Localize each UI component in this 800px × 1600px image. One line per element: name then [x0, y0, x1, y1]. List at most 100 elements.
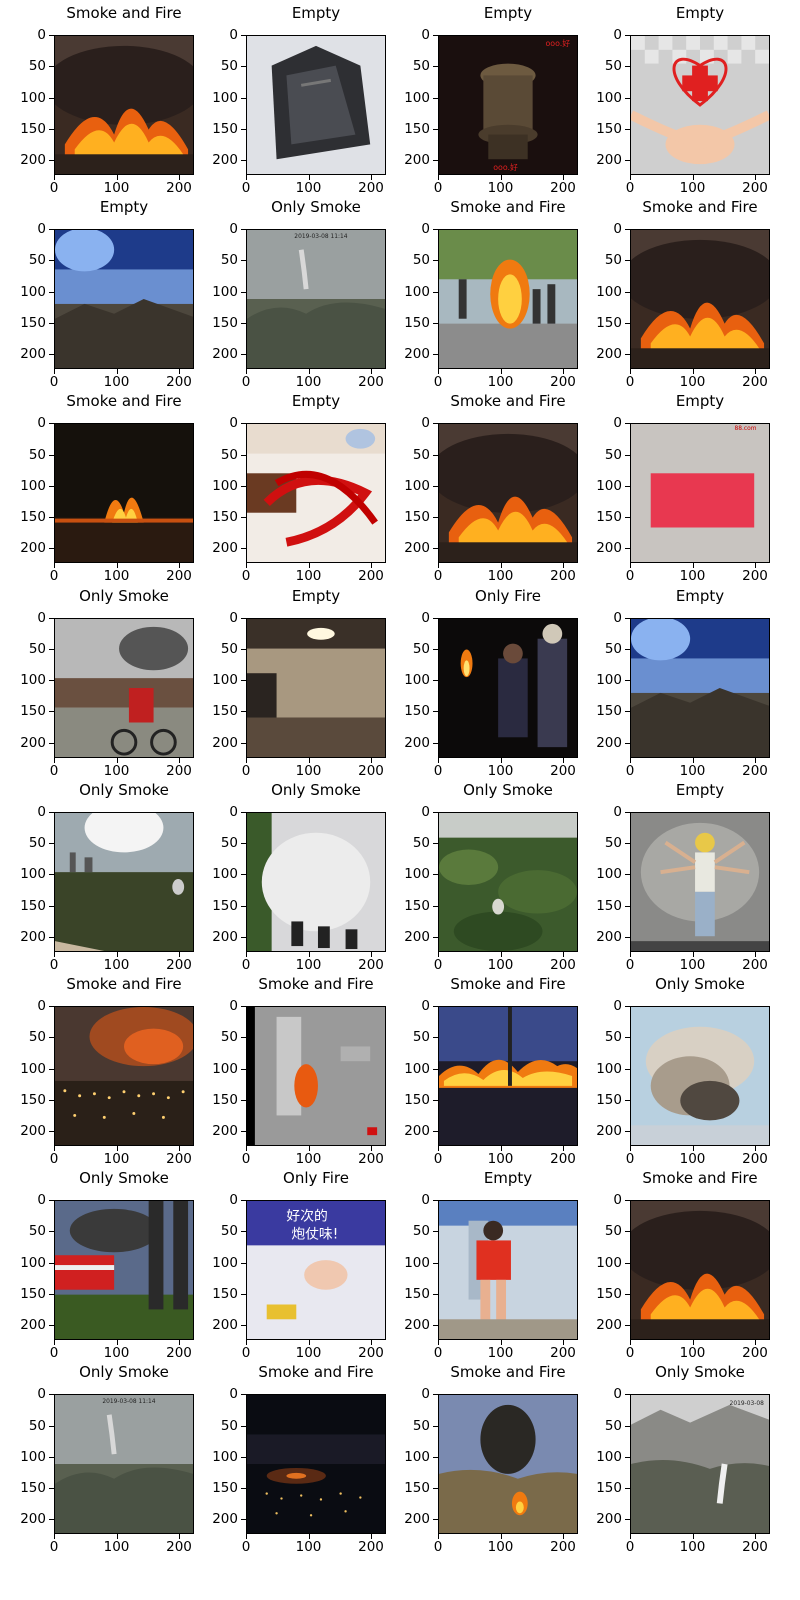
panel-title: Smoke and Fire: [66, 975, 182, 993]
y-tick-mark: [625, 485, 630, 487]
y-tick-mark: [49, 742, 54, 744]
image-content: [247, 618, 385, 757]
y-tick-mark: [433, 1006, 438, 1007]
y-tick-label: 50: [604, 835, 622, 852]
y-tick-label: 100: [404, 1448, 430, 1465]
x-tick-label: 200: [742, 374, 768, 391]
panel-title: Empty: [675, 780, 725, 799]
y-tick-label: 100: [404, 89, 430, 106]
y-tick-mark: [241, 423, 246, 425]
image-thumbnail: [438, 423, 578, 564]
y-tick-label: 150: [404, 1091, 430, 1108]
panel-title: Only Fire: [475, 586, 541, 605]
y-tick-mark: [241, 260, 246, 262]
y-tick-label: 150: [20, 1091, 46, 1108]
y-tick-label: 200: [20, 1123, 46, 1139]
y-tick-label: 50: [412, 1223, 430, 1240]
y-tick-mark: [49, 517, 54, 519]
image-thumbnail: ooo.好 ooo.好: [438, 35, 578, 175]
y-tick-mark: [49, 160, 54, 161]
y-tick-label: 50: [604, 58, 622, 75]
y-tick-label: 0: [37, 27, 46, 43]
x-tick-label: 0: [433, 956, 443, 973]
panel-title: Smoke and Fire: [66, 392, 182, 411]
image-panel: Only Smoke 2019-03-08 11:14 0 50 100 150 200 0 1…: [192, 194, 388, 393]
y-tick-mark: [49, 35, 54, 36]
y-tick-mark: [625, 1425, 630, 1427]
image-content: [439, 1395, 577, 1534]
x-tick-mark: [755, 757, 756, 763]
x-tick-label: 100: [295, 956, 322, 973]
panel-title: Only Smoke: [271, 780, 361, 799]
y-tick-mark: [49, 1231, 54, 1233]
y-tick-label: 200: [212, 1317, 238, 1334]
y-tick-label: 0: [613, 221, 622, 238]
y-tick-mark: [433, 322, 438, 324]
y-tick-label: 100: [596, 866, 622, 883]
y-tick-mark: [49, 97, 54, 99]
panel-title: Smoke and Fire: [642, 1169, 758, 1188]
y-tick-mark: [433, 229, 438, 231]
panel-title: Empty: [99, 198, 149, 217]
panel-title: Only Smoke: [655, 1363, 745, 1382]
y-tick-label: 0: [37, 415, 46, 432]
y-tick-label: 50: [604, 640, 622, 657]
y-tick-label: 0: [229, 27, 238, 43]
y-tick-mark: [241, 160, 246, 161]
y-tick-label: 200: [212, 540, 238, 557]
y-tick-label: 0: [37, 221, 46, 238]
image-panel: Smoke and Fire 0 50 100 150 200 0 100 200: [576, 194, 772, 393]
y-tick-label: 50: [28, 58, 46, 75]
x-tick-mark: [500, 757, 502, 763]
y-tick-label: 100: [212, 283, 238, 300]
y-tick-mark: [625, 811, 630, 813]
image-thumbnail: [54, 1200, 194, 1341]
y-tick-label: 200: [404, 1123, 430, 1139]
image-panel: Empty 0 50 100 150 200 0 100 200: [384, 1165, 580, 1364]
x-tick-label: 0: [625, 374, 635, 391]
y-tick-mark: [433, 617, 438, 619]
y-tick-label: 150: [596, 897, 622, 914]
image-panel: Smoke and Fire 0 50 100 150 200 0 100 200: [0, 388, 196, 587]
y-tick-label: 200: [596, 1123, 622, 1139]
panel-title: Smoke and Fire: [450, 392, 566, 411]
y-tick-label: 50: [604, 1029, 622, 1046]
x-tick-label: 200: [742, 1539, 768, 1556]
y-tick-label: 0: [421, 803, 430, 820]
y-tick-mark: [49, 680, 54, 682]
y-tick-mark: [241, 1037, 246, 1039]
y-tick-label: 200: [212, 928, 238, 945]
y-tick-mark: [241, 66, 246, 68]
y-tick-label: 150: [404, 1285, 430, 1302]
panel-title: Only Smoke: [79, 780, 169, 799]
x-tick-mark: [54, 757, 55, 763]
y-tick-label: 50: [28, 835, 46, 852]
image-panel: Only Smoke 2019-03-08 0 50 100 150 200 0 100 200: [576, 1359, 772, 1558]
image-content: [439, 1007, 577, 1145]
y-tick-label: 50: [220, 58, 238, 75]
y-tick-label: 200: [404, 1317, 430, 1334]
y-tick-label: 0: [421, 27, 430, 43]
y-tick-mark: [625, 1519, 630, 1521]
y-tick-mark: [241, 1456, 246, 1458]
x-tick-label: 0: [625, 568, 635, 585]
y-tick-label: 100: [404, 477, 430, 494]
image-thumbnail: 2019-03-08: [630, 1394, 770, 1535]
x-tick-mark: [563, 757, 564, 763]
y-tick-mark: [433, 1456, 438, 1458]
y-tick-mark: [49, 229, 54, 231]
image-thumbnail: [438, 229, 578, 370]
x-tick-label: 0: [241, 956, 251, 973]
y-tick-label: 100: [212, 1448, 238, 1465]
y-tick-mark: [49, 1068, 54, 1070]
y-tick-label: 0: [37, 998, 46, 1014]
y-tick-label: 0: [613, 998, 622, 1014]
y-tick-label: 150: [20, 703, 46, 720]
image-content: [439, 424, 577, 563]
y-tick-mark: [49, 1394, 54, 1396]
y-tick-mark: [433, 1131, 438, 1132]
image-panel: Empty 0 50 100 150 200 0 100 200: [192, 0, 388, 199]
y-tick-label: 0: [37, 1386, 46, 1403]
y-tick-mark: [433, 843, 438, 845]
image-thumbnail: [246, 35, 386, 175]
